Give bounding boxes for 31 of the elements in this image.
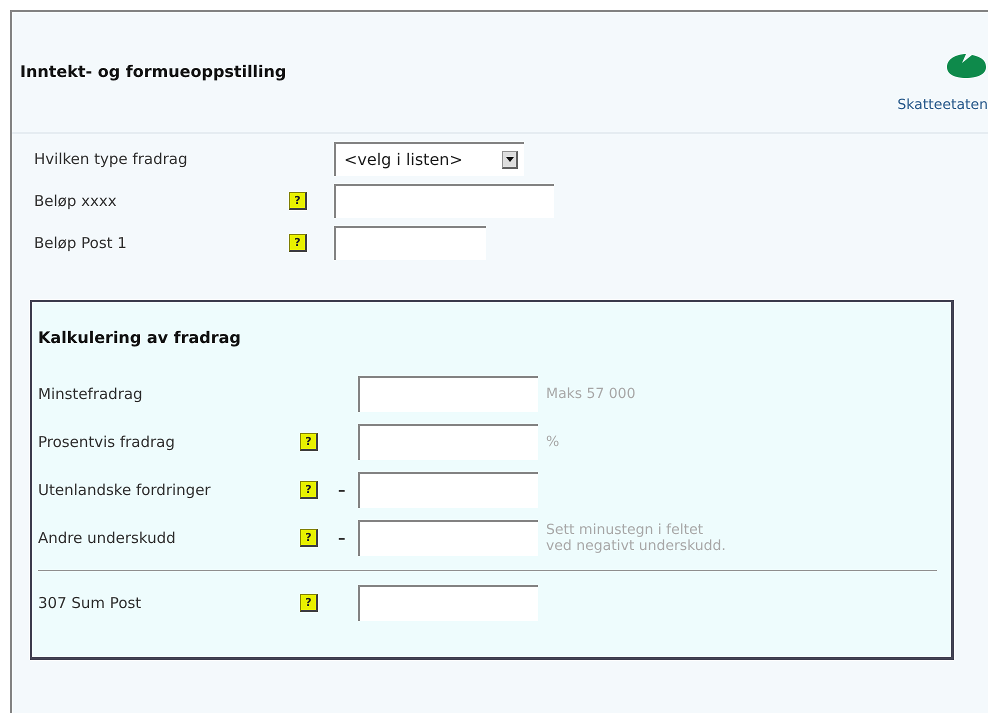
help-button[interactable]: ?	[300, 481, 318, 499]
field-label: Beløp Post 1	[34, 232, 128, 254]
page-title: Inntekt- og formueoppstilling	[20, 61, 288, 83]
hint-text: Maks 57 000	[546, 386, 636, 402]
help-button[interactable]: ?	[300, 529, 318, 547]
field-label: Utenlandske fordringer	[38, 480, 212, 501]
input-field[interactable]	[334, 184, 554, 218]
field-label: Hvilken type fradrag	[34, 148, 188, 170]
field-label: Minstefradrag	[38, 384, 144, 405]
caret-icon	[506, 157, 514, 162]
help-button[interactable]: ?	[300, 594, 318, 612]
field-label: Beløp xxxx	[34, 190, 118, 212]
field-label: Andre underskudd	[38, 528, 177, 549]
minus-sign: –	[338, 480, 346, 499]
input-field[interactable]	[358, 585, 538, 621]
panel-title: Kalkulering av fradrag	[38, 327, 242, 349]
input-field[interactable]	[358, 472, 538, 508]
input-field[interactable]	[334, 226, 486, 260]
help-button[interactable]: ?	[289, 192, 307, 210]
field-label: 307 Sum Post	[38, 592, 142, 614]
help-button[interactable]: ?	[300, 433, 318, 451]
hint-text: %	[546, 434, 560, 450]
dropdown[interactable]: <velg i listen>	[334, 142, 524, 176]
hint-text: Sett minustegn i feltet ved negativt underskudd.	[546, 522, 726, 554]
help-button[interactable]: ?	[289, 234, 307, 252]
field-label: Prosentvis fradrag	[38, 432, 176, 453]
input-field[interactable]	[358, 424, 538, 460]
minus-sign: –	[338, 528, 346, 547]
input-field[interactable]	[358, 520, 538, 556]
logo-text: Skatteetaten	[897, 96, 988, 114]
input-field[interactable]	[358, 376, 538, 412]
